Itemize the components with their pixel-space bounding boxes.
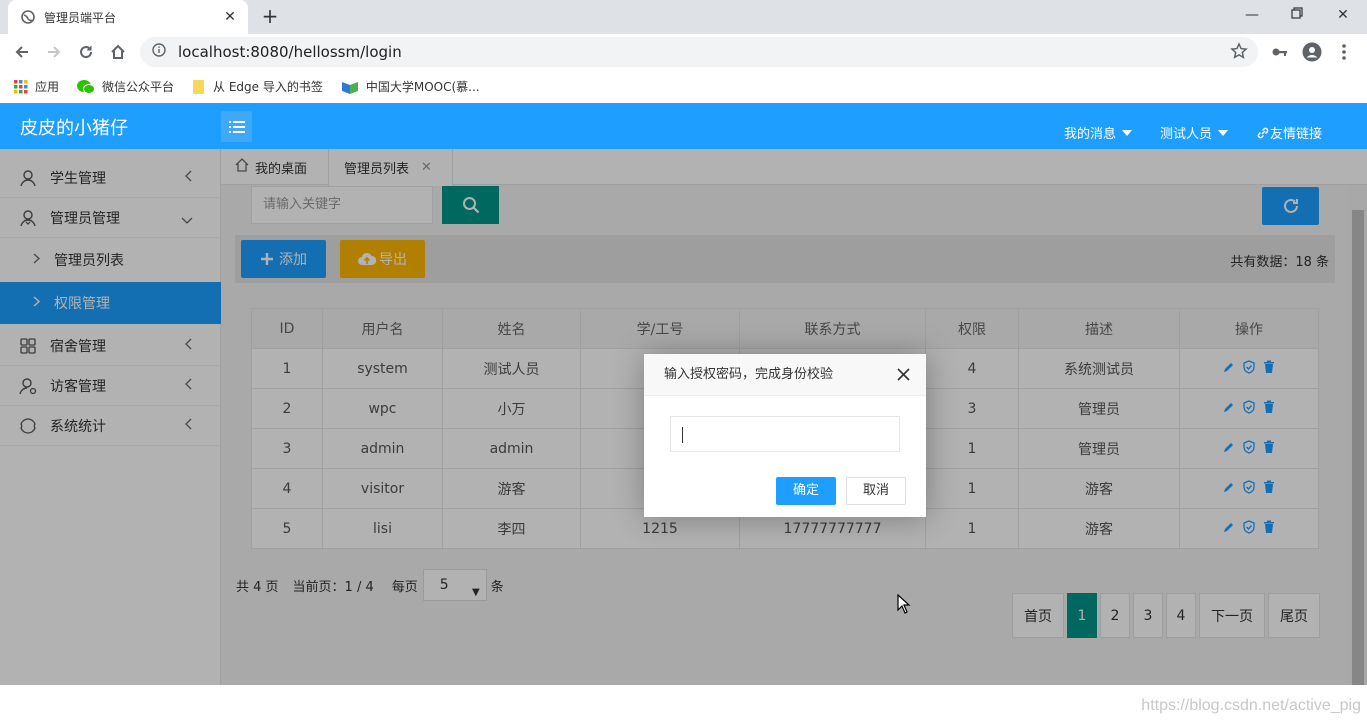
bookmark-wechat[interactable]: 微信公众平台 <box>77 78 174 95</box>
bookmark-label: 中国大学MOOC(慕... <box>365 80 480 94</box>
address-bar[interactable]: localhost:8080/hellossm/login <box>140 37 1258 67</box>
cancel-button[interactable]: 取消 <box>846 477 906 505</box>
dialog-title: 输入授权密码，完成身份校验 <box>644 354 926 396</box>
forward-icon[interactable] <box>42 40 66 64</box>
hamburger-icon <box>228 120 245 133</box>
bookmark-mooc[interactable]: 中国大学MOOC(慕... <box>341 78 480 95</box>
profile-icon[interactable] <box>1302 42 1322 62</box>
restore-button[interactable] <box>1274 0 1320 30</box>
mouse-cursor-icon <box>897 593 911 618</box>
new-tab-button[interactable]: + <box>258 5 282 29</box>
nav-label: 测试人员 <box>1160 127 1213 142</box>
confirm-button[interactable]: 确定 <box>776 477 836 505</box>
link-icon <box>1257 127 1269 138</box>
back-icon[interactable] <box>10 40 34 64</box>
browser-tab[interactable]: 管理员端平台 ✕ <box>8 0 248 34</box>
apps-grid-icon <box>14 79 28 94</box>
nav-user[interactable]: 测试人员 <box>1160 123 1229 142</box>
watermark: https://blog.csdn.net/active_pig <box>1141 697 1361 714</box>
bookmarks-bar: 应用 微信公众平台 从 Edge 导入的书签 中国大学MOOC(慕... <box>0 70 1367 103</box>
auth-dialog: 输入授权密码，完成身份校验 确定 取消 <box>644 354 926 517</box>
bookmark-label: 应用 <box>35 80 60 94</box>
key-icon[interactable] <box>1270 42 1290 62</box>
nav-messages[interactable]: 我的消息 <box>1064 123 1133 142</box>
bookmark-star-icon[interactable] <box>1230 42 1248 64</box>
wechat-icon <box>77 79 96 95</box>
bookmark-edge-folder[interactable]: 从 Edge 导入的书签 <box>192 78 323 95</box>
info-icon[interactable] <box>152 43 166 61</box>
nav-label: 我的消息 <box>1064 127 1117 142</box>
app-header: 皮皮的小猪仔 我的消息 测试人员 友情链接 <box>0 103 1367 149</box>
mooc-icon <box>341 80 359 94</box>
close-icon[interactable] <box>897 368 910 385</box>
browser-toolbar: localhost:8080/hellossm/login <box>0 34 1367 70</box>
home-icon[interactable] <box>106 40 130 64</box>
browser-tab-bar: 管理员端平台 ✕ + — ✕ <box>0 0 1367 34</box>
folder-icon <box>192 79 206 95</box>
nav-links[interactable]: 友情链接 <box>1256 123 1322 142</box>
url-text: localhost:8080/hellossm/login <box>178 43 402 61</box>
browser-tab-title: 管理员端平台 <box>44 10 117 25</box>
minimize-button[interactable]: — <box>1229 0 1275 30</box>
reload-icon[interactable] <box>74 40 98 64</box>
nav-label: 友情链接 <box>1270 127 1323 142</box>
password-input[interactable] <box>670 416 900 452</box>
menu-toggle-button[interactable] <box>221 111 252 142</box>
more-menu-icon[interactable] <box>1334 42 1354 62</box>
close-window-button[interactable]: ✕ <box>1320 0 1366 30</box>
brand-title: 皮皮的小猪仔 <box>20 118 128 139</box>
text-caret <box>682 427 683 443</box>
bookmark-label: 从 Edge 导入的书签 <box>213 80 323 94</box>
caret-down-icon <box>1218 129 1229 136</box>
bookmark-label: 微信公众平台 <box>102 80 175 94</box>
globe-icon <box>20 9 36 25</box>
bookmark-apps[interactable]: 应用 <box>14 78 59 95</box>
caret-down-icon <box>1122 129 1133 136</box>
close-tab-icon[interactable]: ✕ <box>220 9 240 25</box>
